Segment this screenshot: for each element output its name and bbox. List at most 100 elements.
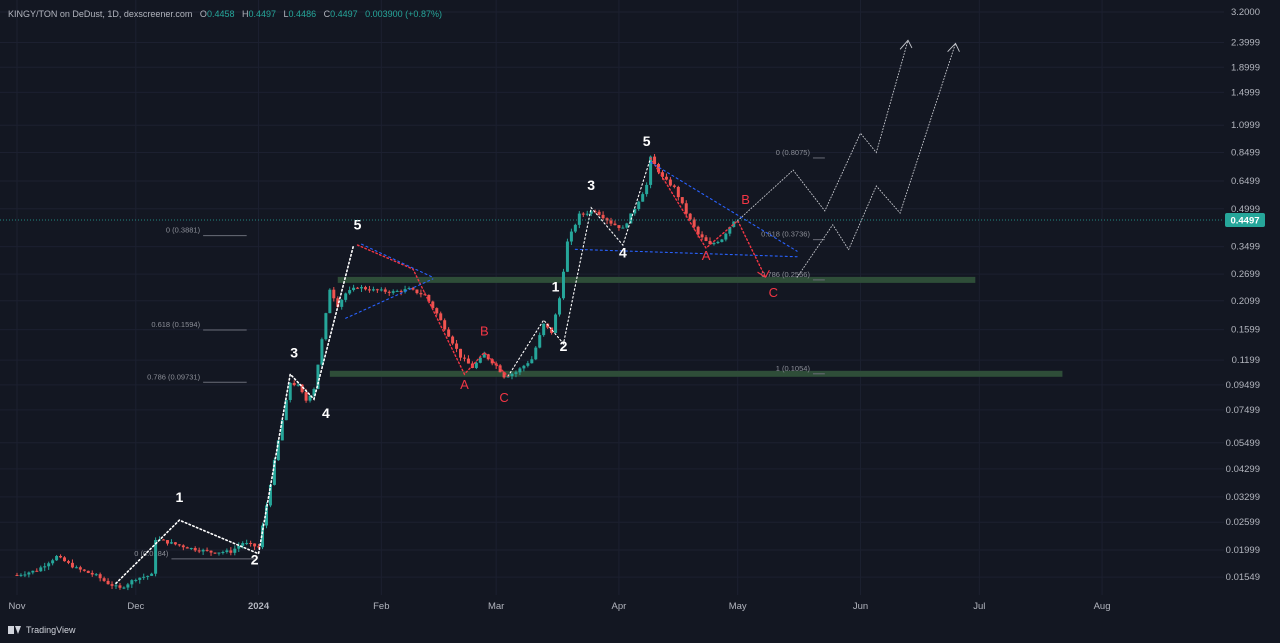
wave-label: 5 (643, 133, 651, 149)
close-value: 0.4497 (330, 9, 358, 19)
candle-body (558, 298, 562, 315)
candle-body (466, 358, 470, 364)
candle-body (241, 543, 245, 546)
candle-body (138, 577, 142, 580)
candle-body (193, 548, 197, 551)
candle-body (569, 231, 573, 242)
candle-body (447, 329, 451, 337)
candle-body (47, 563, 51, 567)
wave-label: 4 (619, 244, 627, 260)
time-tick-label: Nov (9, 601, 26, 612)
candle-body (462, 357, 466, 359)
candle-body (391, 291, 395, 293)
change-value: 0.003900 (+0.87%) (365, 9, 442, 19)
time-tick-label: Dec (127, 601, 144, 612)
candle-body (43, 566, 47, 568)
candle-body (601, 214, 605, 219)
price-chart[interactable]: 0 (0.3881) 0.618 (0.1594) 0.786 (0.09731) 0… (0, 0, 1280, 643)
candle-body (597, 211, 601, 215)
price-tick-label: 0.6499 (1231, 176, 1260, 187)
candle-body (645, 184, 649, 195)
triangle-upper-1 (360, 243, 434, 278)
candle-body (23, 574, 27, 576)
candle-body (692, 219, 696, 227)
candle-body (150, 573, 154, 576)
candle-body (90, 572, 94, 575)
candle-body (360, 287, 364, 289)
time-axis: Nov Dec 2024 Feb Mar Apr May Jun Jul Aug (9, 601, 1111, 612)
candle-body (617, 225, 621, 228)
candle-body (720, 239, 724, 242)
candle-body (316, 364, 320, 390)
candle-body (684, 203, 688, 214)
price-tick-label: 1.8999 (1231, 62, 1260, 73)
candle-body (146, 575, 150, 577)
fib-level-label: 0.618 (0.3736) (761, 230, 810, 239)
wave-label: B (480, 324, 489, 339)
candle-body (514, 372, 518, 374)
candle-body (379, 289, 383, 291)
candle-body (209, 550, 213, 553)
candle-body (459, 348, 463, 358)
price-tick-label: 0.02599 (1226, 517, 1260, 528)
candle-body (197, 550, 201, 552)
candle-body (177, 544, 181, 546)
time-tick-label: 2024 (248, 601, 270, 612)
fib-level-label: 0 (0.8075) (776, 148, 811, 157)
candle-body (676, 186, 680, 198)
candle-body (268, 484, 272, 506)
candle-body (439, 313, 443, 321)
triangle-lower-1 (345, 278, 434, 319)
price-tick-label: 0.3499 (1231, 242, 1260, 253)
wave-label: 1 (552, 279, 560, 295)
price-tick-label: 0.01999 (1226, 545, 1260, 556)
candle-body (411, 288, 415, 290)
wave-label: 4 (322, 405, 330, 421)
candle-body (637, 201, 641, 210)
candle-body (451, 336, 455, 344)
projection-path-2 (796, 42, 956, 278)
candle-body (538, 335, 542, 348)
price-tick-label: 0.1599 (1231, 325, 1260, 336)
price-tick-label: 0.2099 (1231, 296, 1260, 307)
candle-body (205, 549, 209, 551)
wave-label: 1 (175, 489, 183, 505)
time-tick-label: Apr (612, 601, 627, 612)
grid-layer (0, 0, 1224, 595)
candle-body (724, 233, 728, 240)
wave-label: 3 (290, 344, 298, 360)
candle-body (443, 320, 447, 330)
price-tick-label: 0.03299 (1226, 492, 1260, 503)
candle-body (352, 287, 356, 291)
open-value: 0.4458 (206, 9, 235, 19)
candle-body (344, 293, 348, 300)
candle-body (534, 347, 538, 360)
candle-body (213, 552, 217, 554)
candle-body (114, 585, 118, 587)
wave-path-impulse-1 (115, 244, 355, 585)
candle-body (233, 548, 237, 553)
candle-body (704, 237, 708, 241)
candle-body (78, 567, 82, 570)
wave-label: 2 (560, 338, 568, 354)
time-tick-label: Aug (1094, 601, 1111, 612)
candle-body (63, 557, 67, 562)
candle-body (86, 570, 90, 573)
candle-body (625, 223, 629, 228)
price-tick-label: 1.0999 (1231, 120, 1260, 131)
candle-body (66, 561, 70, 563)
candle-body (561, 271, 565, 299)
candle-body (19, 574, 23, 576)
fib-level-label: 0.786 (0.09731) (147, 372, 200, 381)
triangle-upper-2 (650, 161, 798, 252)
candle-body (340, 299, 344, 307)
candle-body (530, 359, 534, 364)
time-tick-label: May (729, 601, 747, 612)
tradingview-branding[interactable]: TradingView (8, 625, 76, 635)
candle-body (82, 569, 86, 571)
candle-body (415, 289, 419, 294)
candle-body (229, 550, 233, 553)
wave-label: B (741, 192, 750, 207)
wave-label: C (499, 390, 508, 405)
candle-body (435, 308, 439, 314)
